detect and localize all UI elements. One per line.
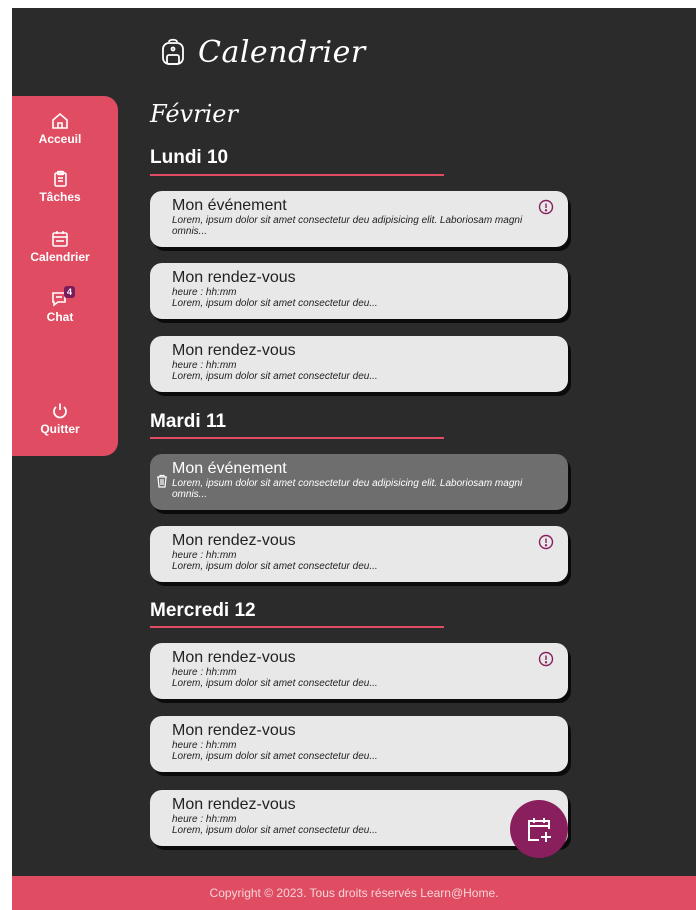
sidebar-item-label: Tâches <box>39 190 81 204</box>
event-title: Mon rendez-vous <box>172 269 296 286</box>
clipboard-icon <box>51 170 69 188</box>
event-card[interactable]: Mon rendez-vous heure : hh:mm Lorem, ips… <box>150 790 568 846</box>
event-time: heure : hh:mm <box>172 667 237 678</box>
event-time: heure : hh:mm <box>172 287 237 298</box>
event-card[interactable]: Mon événement Lorem, ipsum dolor sit ame… <box>150 191 568 247</box>
alert-icon[interactable] <box>538 651 554 667</box>
event-description: Lorem, ipsum dolor sit amet consectetur … <box>172 751 378 762</box>
day-divider <box>150 174 444 176</box>
power-icon <box>51 402 69 420</box>
event-title: Mon événement <box>172 460 287 477</box>
event-card[interactable]: Mon rendez-vous heure : hh:mm Lorem, ips… <box>150 526 568 582</box>
alert-icon[interactable] <box>538 534 554 550</box>
home-icon <box>51 112 69 130</box>
day-divider <box>150 626 444 628</box>
day-divider <box>150 437 444 439</box>
event-description: Lorem, ipsum dolor sit amet consectetur … <box>172 371 378 382</box>
day-heading: Lundi 10 <box>150 147 229 168</box>
day-heading: Mardi 11 <box>150 411 227 432</box>
chat-badge: 4 <box>63 286 75 298</box>
event-description: Lorem, ipsum dolor sit amet consectetur … <box>172 561 378 572</box>
event-card[interactable]: Mon rendez-vous heure : hh:mm Lorem, ips… <box>150 336 568 392</box>
page-title: Calendrier <box>198 34 366 70</box>
day-heading: Mercredi 12 <box>150 600 256 621</box>
alert-icon[interactable] <box>538 199 554 215</box>
event-card-selected[interactable]: Mon événement Lorem, ipsum dolor sit ame… <box>150 454 568 510</box>
sidebar-item-label: Calendrier <box>30 250 90 264</box>
chat-icon: 4 <box>51 286 75 308</box>
event-card[interactable]: Mon rendez-vous heure : hh:mm Lorem, ips… <box>150 716 568 772</box>
event-title: Mon rendez-vous <box>172 796 296 813</box>
sidebar-item-quitter[interactable]: Quitter <box>12 402 108 436</box>
event-description: Lorem, ipsum dolor sit amet consectetur … <box>172 215 523 237</box>
event-description: Lorem, ipsum dolor sit amet consectetur … <box>172 825 378 836</box>
backpack-icon <box>160 37 186 67</box>
event-description: Lorem, ipsum dolor sit amet consectetur … <box>172 678 378 689</box>
sidebar: Acceuil Tâches Calendrier 4 Chat Quitter <box>12 96 118 456</box>
event-time: heure : hh:mm <box>172 550 237 561</box>
calendar-icon <box>51 230 69 248</box>
event-card[interactable]: Mon rendez-vous heure : hh:mm Lorem, ips… <box>150 643 568 699</box>
sidebar-item-calendrier[interactable]: Calendrier <box>12 230 108 264</box>
event-title: Mon rendez-vous <box>172 722 296 739</box>
sidebar-item-label: Quitter <box>40 422 80 436</box>
event-title: Mon rendez-vous <box>172 649 296 666</box>
app-window: Calendrier Acceuil Tâches Calendrier 4 C… <box>12 8 696 910</box>
event-time: heure : hh:mm <box>172 740 237 751</box>
event-description: Lorem, ipsum dolor sit amet consectetur … <box>172 478 523 500</box>
add-event-icon <box>528 818 551 842</box>
sidebar-item-chat[interactable]: 4 Chat <box>12 286 108 324</box>
sidebar-item-taches[interactable]: Tâches <box>12 170 108 204</box>
event-card[interactable]: Mon rendez-vous heure : hh:mm Lorem, ips… <box>150 263 568 319</box>
month-title: Février <box>150 100 238 128</box>
copyright-text: Copyright © 2023. Tous droits réservés L… <box>209 886 499 900</box>
event-time: heure : hh:mm <box>172 814 237 825</box>
add-event-button[interactable] <box>510 800 568 858</box>
sidebar-item-acceuil[interactable]: Acceuil <box>12 112 108 146</box>
footer: Copyright © 2023. Tous droits réservés L… <box>12 876 696 910</box>
trash-icon[interactable] <box>156 474 168 488</box>
event-title: Mon rendez-vous <box>172 342 296 359</box>
event-time: heure : hh:mm <box>172 360 237 371</box>
event-title: Mon rendez-vous <box>172 532 296 549</box>
sidebar-item-label: Acceuil <box>38 132 82 146</box>
event-title: Mon événement <box>172 197 287 214</box>
event-description: Lorem, ipsum dolor sit amet consectetur … <box>172 298 378 309</box>
page-header: Calendrier <box>160 30 366 74</box>
sidebar-item-label: Chat <box>46 310 74 324</box>
